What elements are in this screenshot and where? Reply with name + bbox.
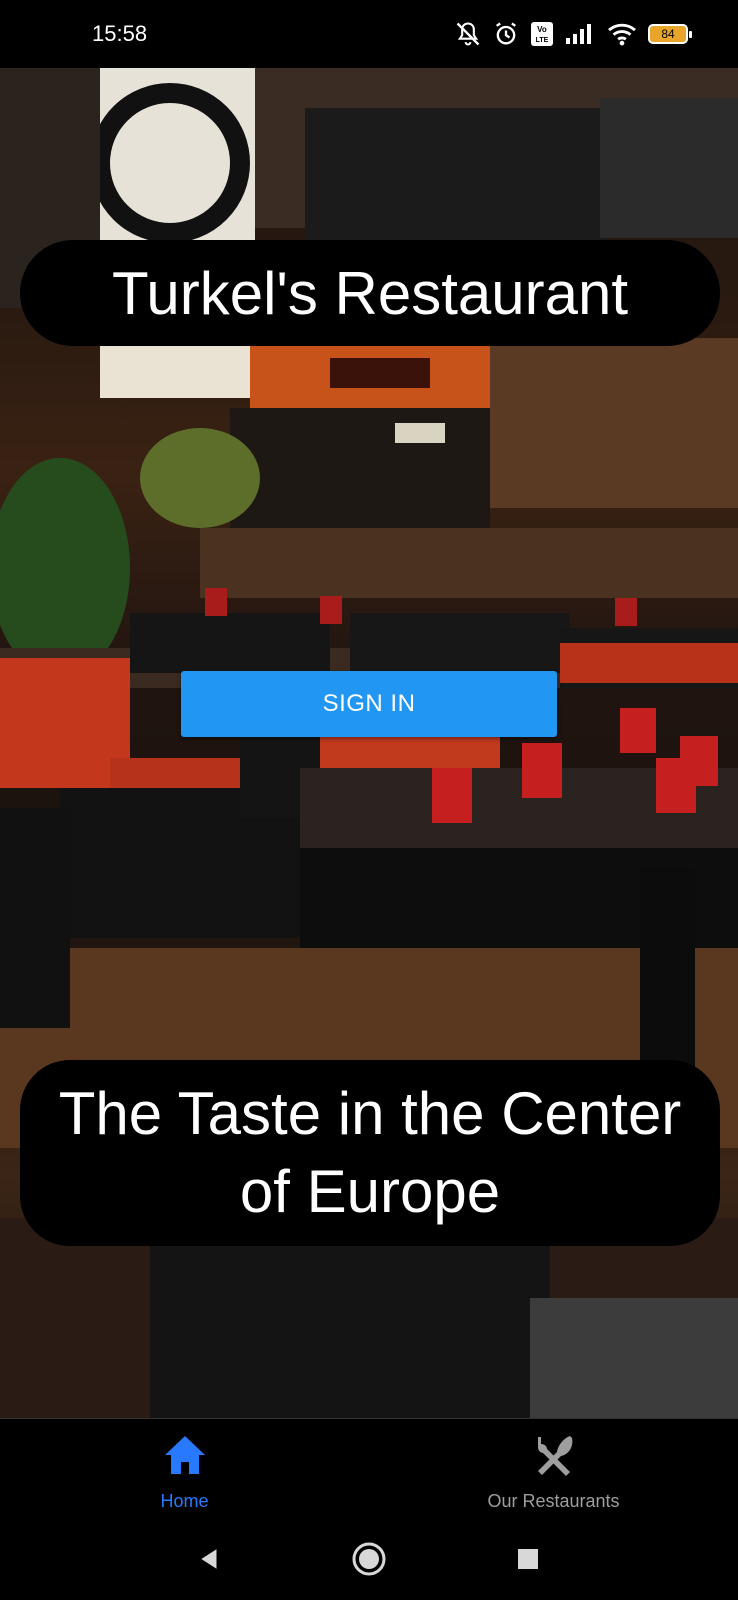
- nav-label-our-restaurants: Our Restaurants: [487, 1491, 620, 1511]
- square-recents-icon: [518, 1549, 539, 1569]
- bottom-navigation: Home Our Restaurants: [0, 1418, 738, 1519]
- alarm-icon: [496, 22, 516, 45]
- sign-in-button[interactable]: SIGN IN: [181, 671, 557, 737]
- status-time: 15:58: [92, 21, 148, 46]
- back-icon: [200, 1549, 217, 1569]
- system-navigation-bar: [0, 1518, 738, 1600]
- signal-icon: [566, 24, 591, 44]
- status-icons: Vo LTE 84: [454, 20, 692, 48]
- status-bar: 15:58 Vo LTE 84: [0, 0, 738, 68]
- muted-notification-icon: [456, 22, 480, 46]
- svg-text:LTE: LTE: [536, 37, 549, 44]
- nav-label-home: Home: [160, 1491, 209, 1511]
- fork-knife-icon: [537, 1436, 572, 1476]
- wifi-icon: [608, 23, 636, 46]
- home-system-button[interactable]: [349, 1539, 389, 1579]
- home-icon: [164, 1436, 205, 1474]
- nav-item-home[interactable]: Home: [0, 1419, 369, 1519]
- restaurant-title: Turkel's Restaurant: [20, 240, 720, 346]
- circle-home-icon: [352, 1542, 386, 1576]
- nav-item-our-restaurants[interactable]: Our Restaurants: [369, 1419, 738, 1519]
- volte-icon: Vo LTE: [531, 22, 553, 46]
- tagline: The Taste in the Center of Europe: [20, 1060, 720, 1246]
- battery-icon: 84: [648, 24, 692, 44]
- svg-text:Vo: Vo: [537, 25, 547, 34]
- recents-button[interactable]: [508, 1539, 548, 1579]
- back-button[interactable]: [190, 1539, 230, 1579]
